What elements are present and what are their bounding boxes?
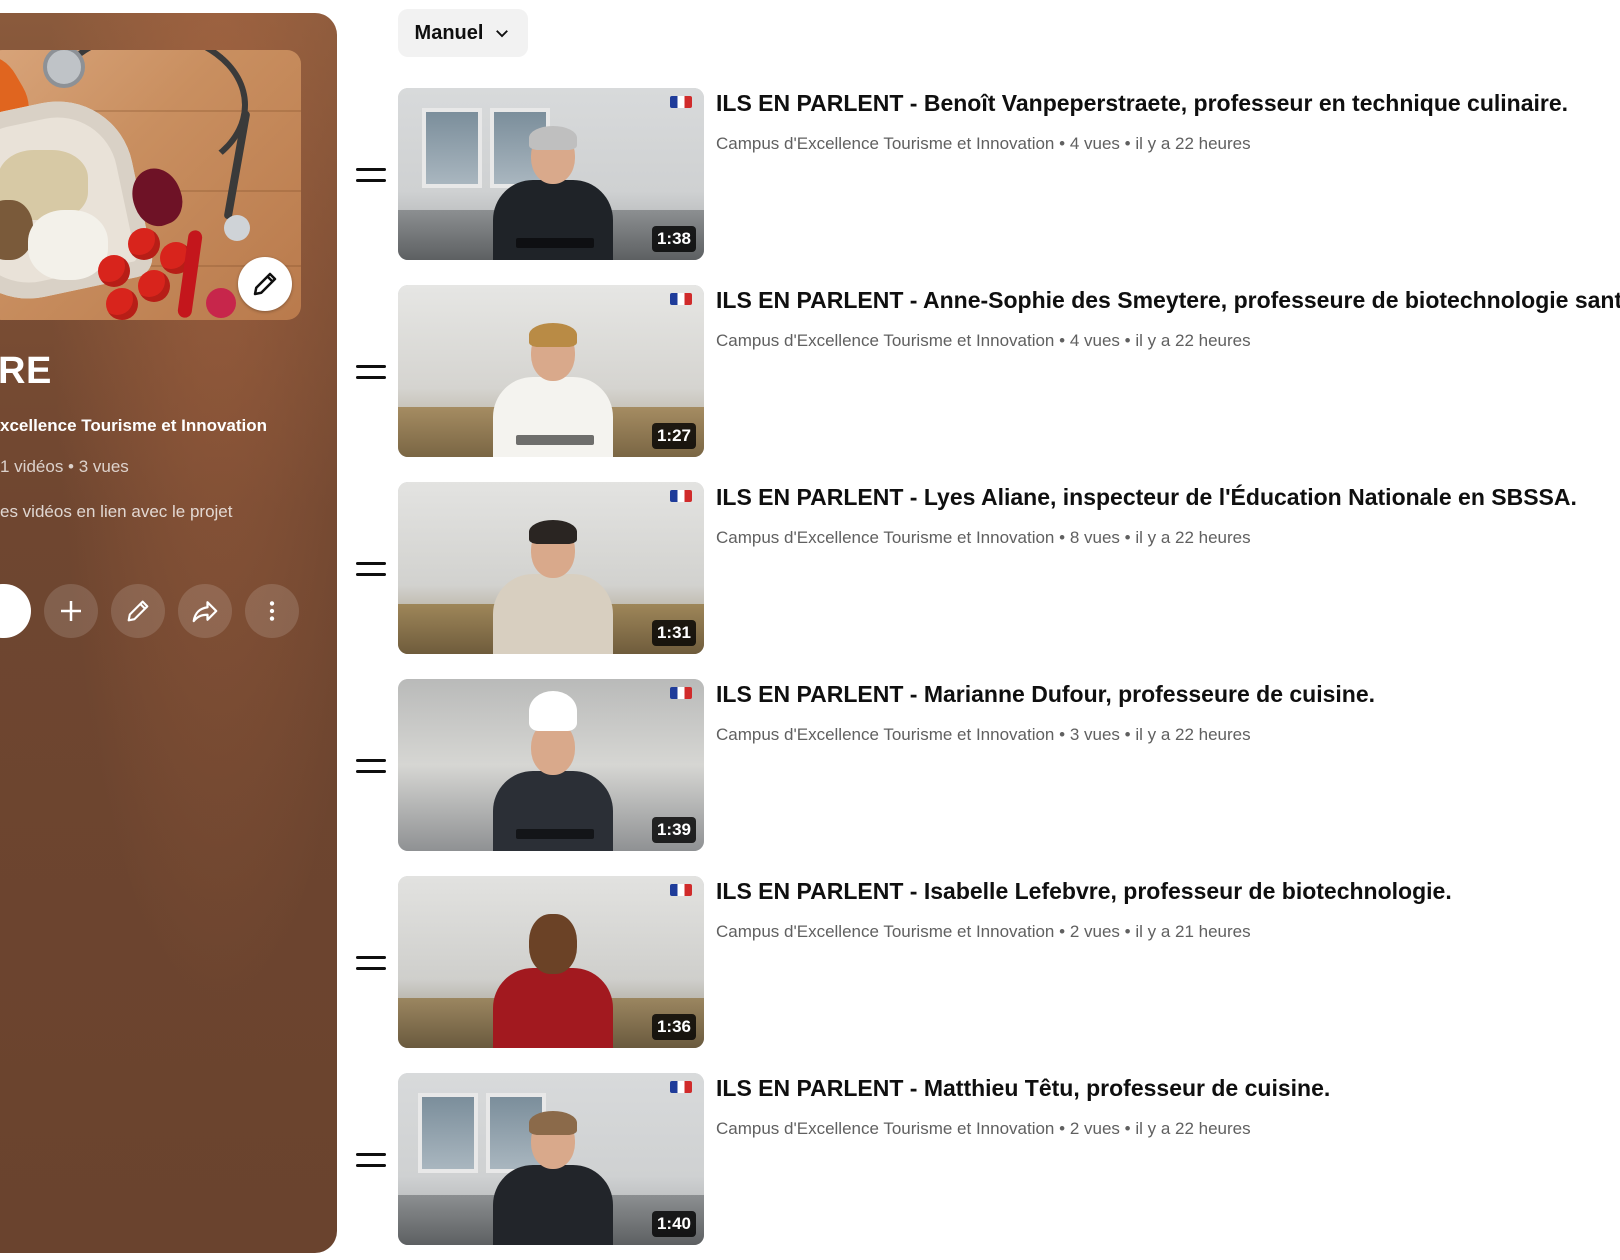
video-views: 3 vues [1069, 725, 1120, 744]
video-age: il y a 22 heures [1135, 134, 1251, 153]
video-age: il y a 22 heures [1135, 331, 1251, 350]
sort-label: Manuel [414, 21, 484, 44]
playlist-video-row[interactable]: 1:31 ILS EN PARLENT - Lyes Aliane, inspe… [0, 482, 1620, 662]
video-views: 4 vues [1069, 134, 1120, 153]
video-title[interactable]: ILS EN PARLENT - Isabelle Lefebvre, prof… [716, 878, 1452, 905]
video-age: il y a 21 heures [1135, 922, 1251, 941]
video-age: il y a 22 heures [1135, 1119, 1251, 1138]
drag-handle-icon[interactable] [356, 1153, 386, 1175]
flag-icon [670, 96, 692, 108]
video-title[interactable]: ILS EN PARLENT - Matthieu Têtu, professe… [716, 1075, 1330, 1102]
drag-handle-icon[interactable] [356, 759, 386, 781]
video-meta: Campus d'Excellence Tourisme et Innovati… [716, 922, 1251, 941]
video-age: il y a 22 heures [1135, 725, 1251, 744]
chevron-down-icon [496, 30, 509, 38]
video-channel[interactable]: Campus d'Excellence Tourisme et Innovati… [716, 134, 1054, 153]
video-views: 8 vues [1069, 528, 1120, 547]
video-duration: 1:40 [651, 1211, 696, 1237]
video-duration: 1:31 [651, 620, 696, 646]
video-meta: Campus d'Excellence Tourisme et Innovati… [716, 331, 1251, 350]
flag-icon [670, 293, 692, 305]
video-thumbnail[interactable]: 1:40 [398, 1073, 704, 1245]
video-meta: Campus d'Excellence Tourisme et Innovati… [716, 134, 1251, 153]
video-title[interactable]: ILS EN PARLENT - Anne-Sophie des Smeyter… [716, 287, 1620, 314]
video-channel[interactable]: Campus d'Excellence Tourisme et Innovati… [716, 725, 1054, 744]
video-thumbnail[interactable]: 1:39 [398, 679, 704, 851]
video-title[interactable]: ILS EN PARLENT - Marianne Dufour, profes… [716, 681, 1375, 708]
playlist-video-row[interactable]: 1:36 ILS EN PARLENT - Isabelle Lefebvre,… [0, 876, 1620, 1056]
video-channel[interactable]: Campus d'Excellence Tourisme et Innovati… [716, 331, 1054, 350]
video-meta: Campus d'Excellence Tourisme et Innovati… [716, 1119, 1251, 1138]
video-duration: 1:39 [651, 817, 696, 843]
flag-icon [670, 490, 692, 502]
playlist-video-row[interactable]: 1:39 ILS EN PARLENT - Marianne Dufour, p… [0, 679, 1620, 859]
video-thumbnail[interactable]: 1:27 [398, 285, 704, 457]
video-channel[interactable]: Campus d'Excellence Tourisme et Innovati… [716, 528, 1054, 547]
video-thumbnail[interactable]: 1:31 [398, 482, 704, 654]
video-views: 4 vues [1069, 331, 1120, 350]
drag-handle-icon[interactable] [356, 562, 386, 584]
video-thumbnail[interactable]: 1:36 [398, 876, 704, 1048]
sort-dropdown[interactable]: Manuel [398, 9, 528, 57]
video-title[interactable]: ILS EN PARLENT - Benoît Vanpeperstraete,… [716, 90, 1568, 117]
flag-icon [670, 687, 692, 699]
playlist-video-row[interactable]: 1:27 ILS EN PARLENT - Anne-Sophie des Sm… [0, 285, 1620, 465]
flag-icon [670, 1081, 692, 1093]
video-meta: Campus d'Excellence Tourisme et Innovati… [716, 725, 1251, 744]
video-meta: Campus d'Excellence Tourisme et Innovati… [716, 528, 1251, 547]
drag-handle-icon[interactable] [356, 365, 386, 387]
drag-handle-icon[interactable] [356, 168, 386, 190]
video-thumbnail[interactable]: 1:38 [398, 88, 704, 260]
video-views: 2 vues [1069, 922, 1120, 941]
video-duration: 1:27 [651, 423, 696, 449]
video-channel[interactable]: Campus d'Excellence Tourisme et Innovati… [716, 1119, 1054, 1138]
video-channel[interactable]: Campus d'Excellence Tourisme et Innovati… [716, 922, 1054, 941]
video-views: 2 vues [1069, 1119, 1120, 1138]
flag-icon [670, 884, 692, 896]
video-duration: 1:36 [651, 1014, 696, 1040]
drag-handle-icon[interactable] [356, 956, 386, 978]
video-title[interactable]: ILS EN PARLENT - Lyes Aliane, inspecteur… [716, 484, 1577, 511]
video-age: il y a 22 heures [1135, 528, 1251, 547]
playlist-video-row[interactable]: 1:38 ILS EN PARLENT - Benoît Vanpeperstr… [0, 88, 1620, 268]
video-duration: 1:38 [651, 226, 696, 252]
playlist-video-row[interactable]: 1:40 ILS EN PARLENT - Matthieu Têtu, pro… [0, 1073, 1620, 1253]
